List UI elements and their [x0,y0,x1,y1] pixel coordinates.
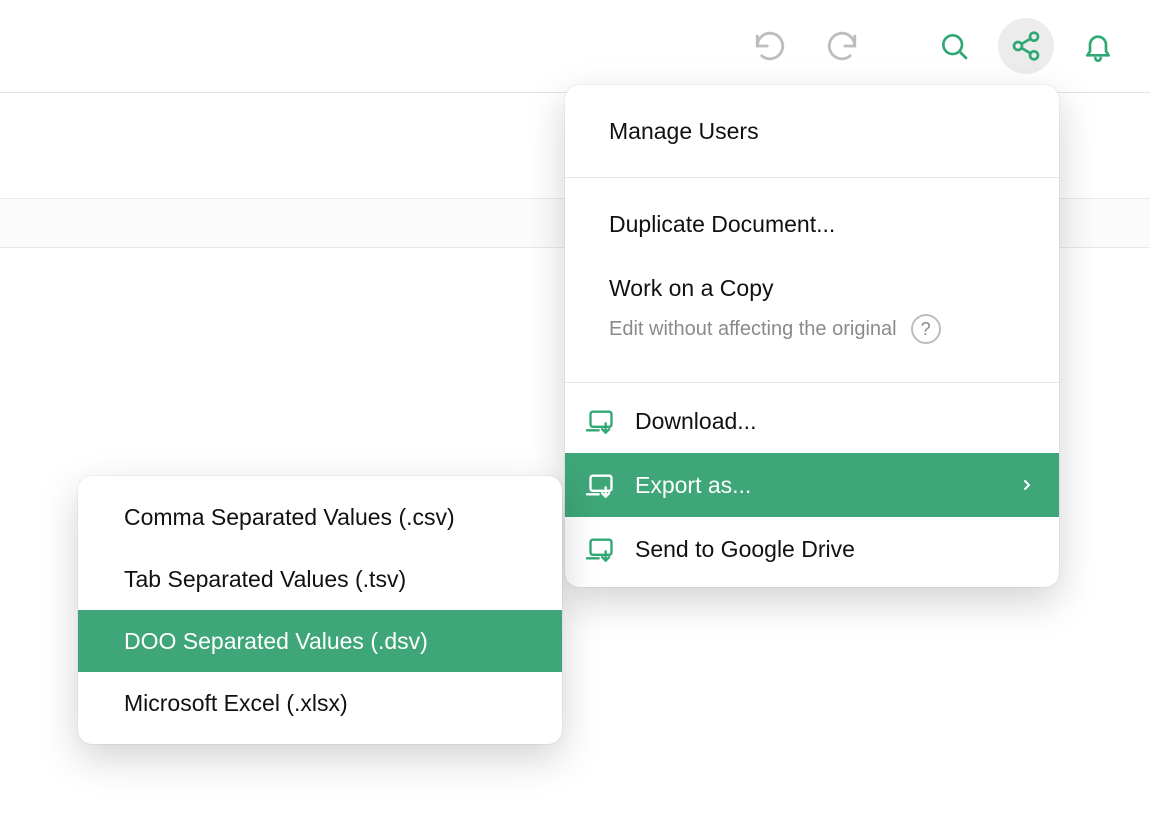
export-as-submenu: Comma Separated Values (.csv) Tab Separa… [78,476,562,744]
share-menu: Manage Users Duplicate Document... Work … [565,85,1059,587]
menu-item-download[interactable]: Download... [565,389,1059,453]
share-button[interactable] [998,18,1054,74]
submenu-item-xlsx[interactable]: Microsoft Excel (.xlsx) [78,672,562,734]
menu-item-manage-users[interactable]: Manage Users [565,99,1059,163]
menu-item-label: Manage Users [609,118,1035,145]
undo-button[interactable] [742,18,798,74]
toolbar [0,0,1150,93]
download-icon [587,407,615,435]
submenu-item-label: Comma Separated Values (.csv) [124,504,455,531]
menu-item-label: Duplicate Document... [609,211,1035,238]
search-icon [938,30,970,62]
menu-item-duplicate-document[interactable]: Duplicate Document... [565,192,1059,256]
redo-icon [825,29,859,63]
submenu-item-label: Microsoft Excel (.xlsx) [124,690,348,717]
menu-item-label: Send to Google Drive [635,536,1035,563]
chevron-right-icon [1019,477,1035,493]
menu-item-label: Download... [635,408,1035,435]
menu-item-send-to-google-drive[interactable]: Send to Google Drive [565,517,1059,581]
menu-note-text: Edit without affecting the original [609,318,897,341]
bell-icon [1082,30,1114,62]
submenu-item-tsv[interactable]: Tab Separated Values (.tsv) [78,548,562,610]
menu-item-work-on-copy[interactable]: Work on a Copy [565,256,1059,320]
submenu-item-dsv[interactable]: DOO Separated Values (.dsv) [78,610,562,672]
redo-button[interactable] [814,18,870,74]
menu-item-label: Export as... [635,472,1015,499]
submenu-item-label: Tab Separated Values (.tsv) [124,566,406,593]
submenu-item-csv[interactable]: Comma Separated Values (.csv) [78,486,562,548]
undo-icon [753,29,787,63]
export-icon [587,471,615,499]
share-icon [1010,30,1042,62]
menu-item-label: Work on a Copy [609,275,1035,302]
notifications-button[interactable] [1070,18,1126,74]
cloud-export-icon [587,535,615,563]
search-button[interactable] [926,18,982,74]
submenu-item-label: DOO Separated Values (.dsv) [124,628,428,655]
menu-item-export-as[interactable]: Export as... [565,453,1059,517]
menu-note-work-on-copy: Edit without affecting the original ? [565,314,1059,368]
